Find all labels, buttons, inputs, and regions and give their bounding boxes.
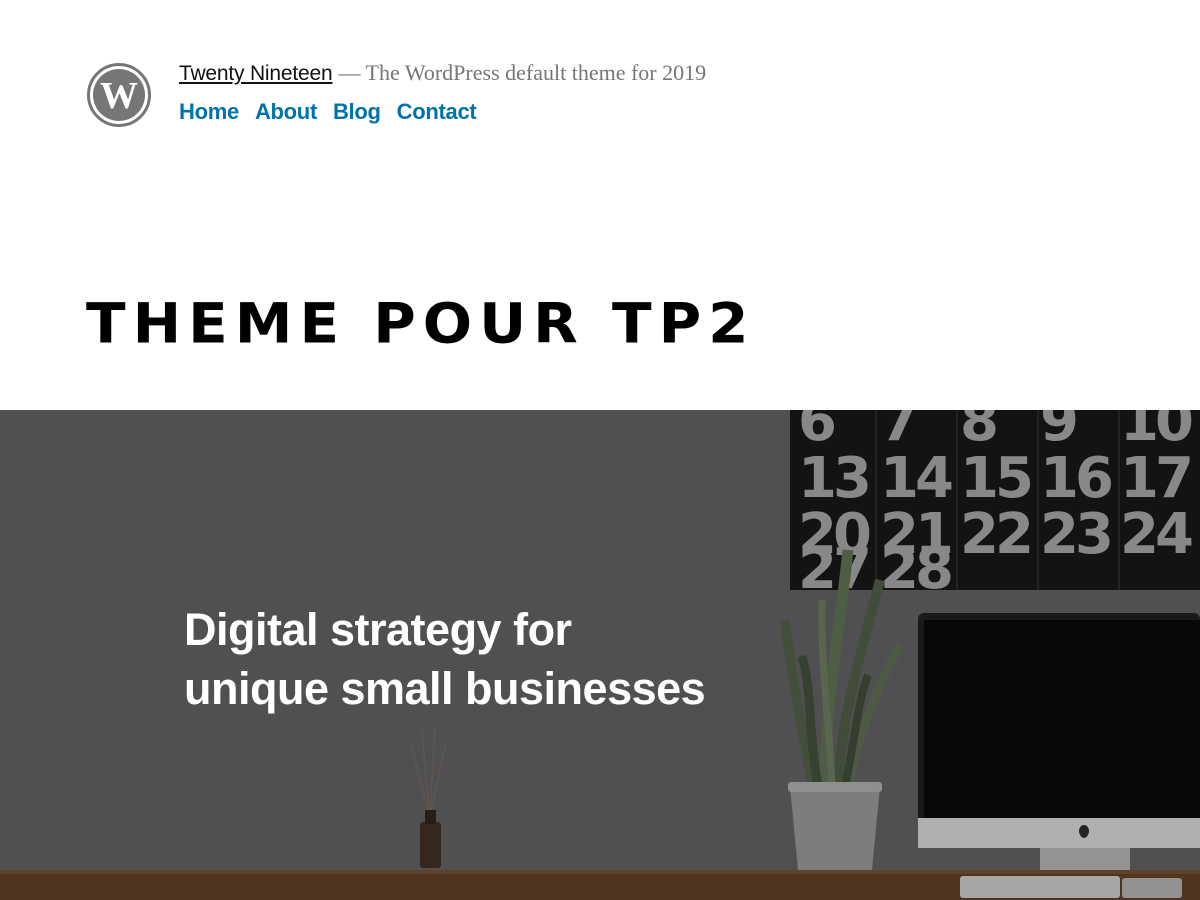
nav-item-about[interactable]: About xyxy=(255,99,317,125)
site-description: — The WordPress default theme for 2019 xyxy=(338,60,707,85)
page-title: THEME POUR TP2 xyxy=(86,291,756,356)
hero-headline: Digital strategy for unique small busine… xyxy=(184,600,784,718)
nav-item-home[interactable]: Home xyxy=(179,99,239,125)
hero-headline-line-1: Digital strategy for xyxy=(184,604,572,655)
site-logo[interactable]: W xyxy=(86,62,152,128)
site-branding: Twenty Nineteen — The WordPress default t… xyxy=(179,60,706,90)
site-title-link[interactable]: Twenty Nineteen xyxy=(179,62,333,85)
hero-headline-line-2: unique small businesses xyxy=(184,663,706,714)
site-header: W Twenty Nineteen — The WordPress default… xyxy=(0,0,1200,410)
wordpress-logo-icon: W xyxy=(87,63,151,127)
hero-section: 6 7 8 9 10 13 14 15 16 17 20 21 22 23 24 27 28 xyxy=(0,410,1200,900)
svg-text:W: W xyxy=(100,75,138,117)
nav-item-blog[interactable]: Blog xyxy=(333,99,381,125)
main-navigation: Home About Blog Contact xyxy=(179,99,477,125)
nav-item-contact[interactable]: Contact xyxy=(397,99,477,125)
